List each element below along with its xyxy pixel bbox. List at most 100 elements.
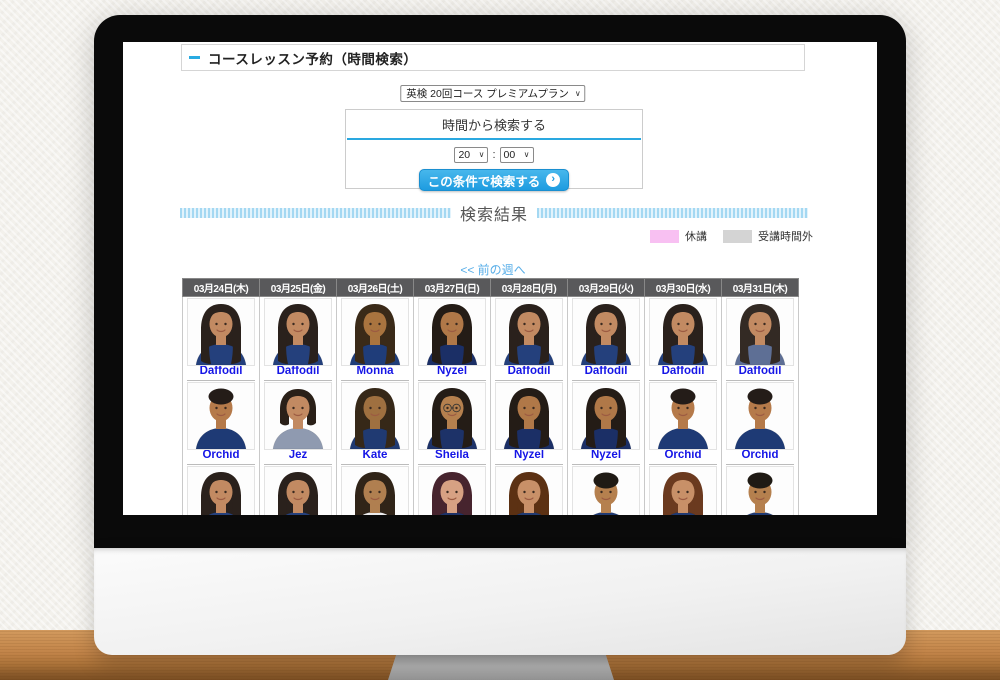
teacher-photo[interactable] xyxy=(265,383,331,449)
teacher-name-link[interactable]: Daffodil xyxy=(722,365,798,379)
teacher-photo[interactable] xyxy=(188,467,254,515)
teacher-name-link[interactable]: Nyzel xyxy=(414,365,490,379)
teacher-block xyxy=(260,467,336,515)
teacher-separator xyxy=(418,380,486,381)
teacher-block xyxy=(414,467,490,515)
date-header: 03月29日(火) xyxy=(568,279,645,297)
date-header: 03月26日(土) xyxy=(337,279,414,297)
teacher-photo[interactable] xyxy=(573,383,639,449)
teacher-block: Orchid xyxy=(722,383,798,465)
teacher-name-link[interactable]: Sheila xyxy=(414,449,490,463)
date-header: 03月24日(木) xyxy=(183,279,260,297)
legend-label: 受講時間外 xyxy=(758,228,813,244)
teacher-name-link[interactable]: Nyzel xyxy=(568,449,644,463)
teacher-separator xyxy=(572,464,640,465)
desktop-scene: { "page": { "title": "コースレッスン予約（時間検索）", … xyxy=(0,0,1000,680)
teacher-name-link[interactable]: Kate xyxy=(337,449,413,463)
time-colon: : xyxy=(492,149,495,161)
teacher-photo[interactable] xyxy=(342,467,408,515)
day-column: Daffodil Nyzel xyxy=(491,297,568,516)
teacher-name-link[interactable]: Nyzel xyxy=(491,449,567,463)
teacher-block xyxy=(568,467,644,515)
teacher-block: Daffodil xyxy=(722,299,798,381)
date-header: 03月31日(木) xyxy=(722,279,799,297)
legend-swatch xyxy=(650,230,679,243)
teacher-photo[interactable] xyxy=(727,467,793,515)
teacher-block: Daffodil xyxy=(260,299,336,381)
legend: 休講受講時間外 xyxy=(650,228,813,244)
teacher-photo[interactable] xyxy=(496,383,562,449)
teacher-photo[interactable] xyxy=(650,383,716,449)
teacher-block: Daffodil xyxy=(645,299,721,381)
teacher-photo[interactable] xyxy=(496,467,562,515)
date-header: 03月30日(水) xyxy=(645,279,722,297)
teacher-photo[interactable] xyxy=(188,383,254,449)
teacher-block: Daffodil xyxy=(491,299,567,381)
teacher-separator xyxy=(187,380,255,381)
teacher-separator xyxy=(495,464,563,465)
teacher-photo[interactable] xyxy=(419,467,485,515)
minute-select-value: 00 xyxy=(504,149,516,161)
hour-select-value: 20 xyxy=(458,149,470,161)
teacher-separator xyxy=(726,380,794,381)
search-button[interactable]: この条件で検索する › xyxy=(419,169,569,191)
teacher-block xyxy=(183,467,259,515)
date-header: 03月27日(日) xyxy=(414,279,491,297)
teacher-separator xyxy=(726,464,794,465)
teacher-photo[interactable] xyxy=(573,467,639,515)
date-header: 03月25日(金) xyxy=(260,279,337,297)
teacher-photo[interactable] xyxy=(342,383,408,449)
teacher-block: Daffodil xyxy=(183,299,259,381)
teacher-block: Daffodil xyxy=(568,299,644,381)
teacher-name-link[interactable]: Orchid xyxy=(645,449,721,463)
time-search-panel: 時間から検索する 20 ∨ : 00 ∨ この条件で検索する › xyxy=(345,109,643,189)
legend-item: 受講時間外 xyxy=(723,228,813,244)
teacher-separator xyxy=(264,464,332,465)
teacher-photo[interactable] xyxy=(265,299,331,365)
teacher-block: Orchid xyxy=(183,383,259,465)
stripe-decoration-right xyxy=(537,208,808,218)
teacher-name-link[interactable]: Jez xyxy=(260,449,336,463)
teacher-photo[interactable] xyxy=(496,299,562,365)
day-column: Nyzel Sheila xyxy=(414,297,491,516)
hour-select[interactable]: 20 ∨ xyxy=(454,147,488,163)
teacher-name-link[interactable]: Daffodil xyxy=(491,365,567,379)
teacher-photo[interactable] xyxy=(650,299,716,365)
teacher-photo[interactable] xyxy=(650,467,716,515)
teacher-photo[interactable] xyxy=(727,299,793,365)
teacher-name-link[interactable]: Daffodil xyxy=(183,365,259,379)
teacher-photo[interactable] xyxy=(188,299,254,365)
teacher-photo[interactable] xyxy=(342,299,408,365)
monitor-chin xyxy=(94,548,906,655)
teacher-separator xyxy=(649,380,717,381)
teacher-name-link[interactable]: Monna xyxy=(337,365,413,379)
course-select[interactable]: 英検 20回コース プレミアムプラン ∨ xyxy=(400,85,585,102)
results-title: 検索結果 xyxy=(460,201,528,225)
teacher-photo[interactable] xyxy=(727,383,793,449)
teacher-name-link[interactable]: Orchid xyxy=(722,449,798,463)
date-header: 03月28日(月) xyxy=(491,279,568,297)
teacher-photo[interactable] xyxy=(419,383,485,449)
day-column: Daffodil Orchid xyxy=(722,297,799,516)
teacher-separator xyxy=(341,464,409,465)
teacher-name-link[interactable]: Orchid xyxy=(183,449,259,463)
day-column: Daffodil Orchid xyxy=(183,297,260,516)
page-title: コースレッスン予約（時間検索） xyxy=(208,48,417,68)
day-column: Monna Kate xyxy=(337,297,414,516)
teacher-block: Kate xyxy=(337,383,413,465)
time-select-row: 20 ∨ : 00 ∨ xyxy=(346,147,642,163)
teacher-name-link[interactable]: Daffodil xyxy=(260,365,336,379)
teacher-name-link[interactable]: Daffodil xyxy=(568,365,644,379)
teacher-photo[interactable] xyxy=(265,467,331,515)
minute-select[interactable]: 00 ∨ xyxy=(500,147,534,163)
teacher-separator xyxy=(495,380,563,381)
teacher-photo[interactable] xyxy=(419,299,485,365)
course-select-value: 英検 20回コース プレミアムプラン xyxy=(406,86,569,101)
teacher-name-link[interactable]: Daffodil xyxy=(645,365,721,379)
legend-swatch xyxy=(723,230,752,243)
teacher-separator xyxy=(649,464,717,465)
prev-week-link[interactable]: << 前の週へ xyxy=(460,261,525,278)
teacher-block: Sheila xyxy=(414,383,490,465)
teacher-photo[interactable] xyxy=(573,299,639,365)
day-column: Daffodil Jez xyxy=(260,297,337,516)
